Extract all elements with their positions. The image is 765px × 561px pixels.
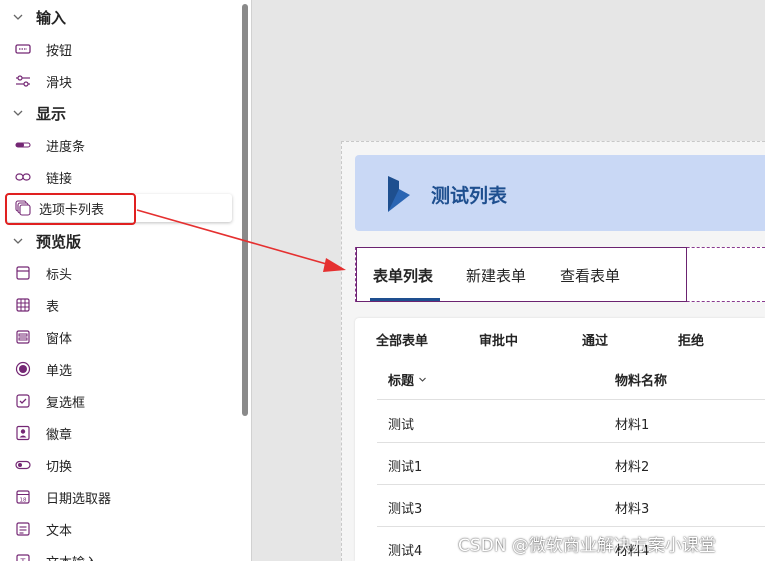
section-display[interactable]: 显示 bbox=[0, 100, 240, 126]
component-item-link[interactable]: 链接 bbox=[0, 163, 240, 191]
component-item-slider[interactable]: 滑块 bbox=[0, 67, 240, 95]
component-item-badge[interactable]: 徽章 bbox=[0, 419, 240, 447]
row-divider bbox=[377, 526, 765, 527]
sidebar-scrollbar[interactable] bbox=[242, 4, 248, 416]
active-tab-indicator bbox=[370, 298, 440, 301]
filter-in-approval[interactable]: 审批中 bbox=[479, 330, 518, 349]
radio-icon bbox=[0, 355, 46, 383]
watermark: CSDN @微软商业解决方案小课堂 bbox=[458, 536, 716, 556]
component-item-text-input[interactable]: T 文本输入 bbox=[0, 547, 240, 561]
badge-icon bbox=[0, 419, 46, 447]
component-item-form[interactable]: 窗体 bbox=[0, 323, 240, 351]
tab-view-form[interactable]: 查看表单 bbox=[560, 265, 620, 286]
svg-text:18: 18 bbox=[20, 498, 27, 504]
chevron-down-icon bbox=[0, 11, 36, 23]
toggle-icon bbox=[0, 451, 46, 479]
slider-icon bbox=[0, 67, 46, 95]
component-label: 表 bbox=[46, 299, 60, 315]
text-icon bbox=[0, 515, 46, 543]
component-item-radio[interactable]: 单选 bbox=[0, 355, 240, 383]
app-header[interactable] bbox=[355, 155, 765, 231]
svg-text:T: T bbox=[20, 558, 26, 561]
table-cell-title: 测试4 bbox=[388, 544, 423, 559]
component-item-button[interactable]: 按钮 bbox=[0, 35, 240, 63]
date-picker-icon: 18 bbox=[0, 483, 46, 511]
text-input-icon: T bbox=[0, 547, 46, 561]
component-label: 按钮 bbox=[46, 43, 73, 59]
column-header-label: 标题 bbox=[388, 374, 415, 389]
column-header-label: 物料名称 bbox=[615, 374, 668, 389]
row-divider bbox=[377, 484, 765, 485]
column-header-title[interactable]: 标题 bbox=[388, 370, 427, 389]
component-label: 进度条 bbox=[46, 139, 86, 155]
column-header-material-name[interactable]: 物料名称 bbox=[615, 370, 667, 389]
dynamics-logo-icon bbox=[386, 175, 412, 217]
component-label: 日期选取器 bbox=[46, 491, 112, 507]
component-label: 窗体 bbox=[46, 331, 73, 347]
chevron-down-icon bbox=[0, 235, 36, 247]
section-input[interactable]: 输入 bbox=[0, 4, 240, 30]
component-label: 切换 bbox=[46, 459, 73, 475]
header-title: 测试列表 bbox=[431, 185, 508, 207]
filter-approved[interactable]: 通过 bbox=[582, 330, 608, 349]
component-label: 文本输入 bbox=[46, 552, 98, 561]
table-cell-material: 材料2 bbox=[615, 460, 650, 475]
component-item-progress-bar[interactable]: 进度条 bbox=[0, 131, 240, 159]
section-label: 输入 bbox=[36, 8, 67, 27]
form-list-table[interactable] bbox=[355, 318, 765, 561]
filter-all-forms[interactable]: 全部表单 bbox=[376, 330, 428, 349]
section-label: 预览版 bbox=[36, 232, 82, 251]
component-label: 复选框 bbox=[46, 395, 86, 411]
table-icon bbox=[0, 291, 46, 319]
chevron-down-icon bbox=[0, 107, 36, 119]
component-item-toggle[interactable]: 切换 bbox=[0, 451, 240, 479]
progress-bar-icon bbox=[0, 131, 46, 159]
row-divider bbox=[377, 442, 765, 443]
component-label: 滑块 bbox=[46, 75, 73, 91]
filter-rejected[interactable]: 拒绝 bbox=[678, 330, 704, 349]
button-icon bbox=[0, 35, 46, 63]
table-cell-title: 测试 bbox=[388, 418, 415, 433]
highlight-box bbox=[5, 193, 136, 225]
header-icon bbox=[0, 259, 46, 287]
component-item-header[interactable]: 标头 bbox=[0, 259, 240, 287]
component-label: 徽章 bbox=[46, 427, 73, 443]
component-item-checkbox[interactable]: 复选框 bbox=[0, 387, 240, 415]
component-item-date-picker[interactable]: 18 日期选取器 bbox=[0, 483, 240, 511]
section-label: 显示 bbox=[36, 104, 67, 123]
table-cell-material: 材料3 bbox=[615, 502, 650, 517]
form-icon bbox=[0, 323, 46, 351]
component-item-table[interactable]: 表 bbox=[0, 291, 240, 319]
component-panel: 输入 按钮 滑块 显示 进度条 链接 选项卡列表 预览版 标头 表 窗体 单选 … bbox=[0, 0, 252, 561]
component-label: 单选 bbox=[46, 363, 73, 379]
checkbox-icon bbox=[0, 387, 46, 415]
row-divider bbox=[377, 399, 765, 400]
table-cell-title: 测试1 bbox=[388, 460, 423, 475]
tab-form-list[interactable]: 表单列表 bbox=[373, 265, 433, 286]
component-label: 标头 bbox=[46, 267, 73, 283]
component-label: 链接 bbox=[46, 171, 73, 187]
link-icon bbox=[0, 163, 46, 191]
chevron-down-icon bbox=[418, 375, 427, 384]
component-item-text[interactable]: 文本 bbox=[0, 515, 240, 543]
section-preview[interactable]: 预览版 bbox=[0, 228, 240, 254]
table-cell-title: 测试3 bbox=[388, 502, 423, 517]
table-cell-material: 材料1 bbox=[615, 418, 650, 433]
component-label: 文本 bbox=[46, 523, 73, 539]
tab-new-form[interactable]: 新建表单 bbox=[466, 265, 526, 286]
